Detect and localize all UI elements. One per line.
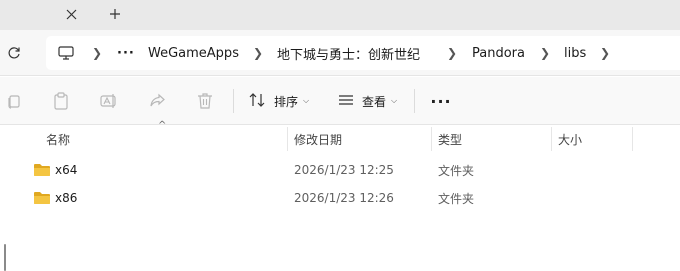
column-header: ^ 名称 修改日期 类型 大小 bbox=[0, 120, 680, 153]
column-divider[interactable] bbox=[287, 127, 288, 151]
tab-strip bbox=[0, 0, 680, 30]
breadcrumb-pandora[interactable]: Pandora bbox=[472, 36, 525, 70]
file-name: x64 bbox=[55, 163, 78, 177]
monitor-icon[interactable] bbox=[58, 36, 74, 70]
breadcrumb-dnf[interactable]: 地下城与勇士：创新世纪 bbox=[277, 36, 420, 70]
chevron-right-icon[interactable]: ❯ bbox=[92, 36, 102, 70]
view-label: 查看 bbox=[362, 94, 387, 109]
chevron-right-icon[interactable]: ❯ bbox=[540, 36, 550, 70]
file-type: 文件夹 bbox=[438, 163, 475, 178]
column-divider[interactable] bbox=[431, 127, 432, 151]
view-button[interactable]: 查看 ⌵ bbox=[338, 89, 397, 113]
file-modified: 2026/1/23 12:25 bbox=[294, 163, 394, 177]
command-bar: 排序 ⌵ 查看 ⌵ ··· bbox=[0, 77, 680, 125]
more-options-button[interactable]: ··· bbox=[430, 89, 452, 113]
folder-icon bbox=[33, 163, 51, 177]
rename-icon[interactable] bbox=[99, 91, 119, 111]
file-type: 文件夹 bbox=[438, 191, 475, 206]
copy-icon[interactable] bbox=[4, 91, 24, 111]
file-name: x86 bbox=[55, 191, 78, 205]
chevron-right-icon[interactable]: ❯ bbox=[253, 36, 263, 70]
sort-button[interactable]: 排序 ⌵ bbox=[248, 89, 309, 113]
column-divider[interactable] bbox=[632, 127, 633, 151]
toolbar-divider bbox=[414, 89, 415, 113]
column-name[interactable]: 名称 bbox=[46, 125, 70, 153]
close-tab-icon[interactable] bbox=[60, 3, 82, 25]
delete-icon[interactable] bbox=[195, 91, 215, 111]
sort-label: 排序 bbox=[274, 94, 299, 109]
column-size[interactable]: 大小 bbox=[558, 125, 582, 153]
toolbar-divider bbox=[233, 89, 234, 113]
refresh-icon[interactable] bbox=[3, 42, 25, 64]
chevron-down-icon: ⌵ bbox=[391, 96, 398, 105]
chevron-right-icon[interactable]: ❯ bbox=[600, 36, 610, 70]
breadcrumb-wegameapps[interactable]: WeGameApps bbox=[148, 36, 239, 70]
share-icon[interactable] bbox=[147, 91, 167, 111]
sort-ascending-icon: ^ bbox=[158, 120, 167, 131]
column-type[interactable]: 类型 bbox=[438, 125, 462, 153]
list-item[interactable]: x86 2026/1/23 12:26 文件夹 bbox=[0, 184, 680, 212]
scrollbar[interactable] bbox=[4, 244, 6, 271]
paste-icon[interactable] bbox=[51, 91, 71, 111]
breadcrumb-overflow[interactable]: ··· bbox=[117, 36, 135, 70]
column-divider[interactable] bbox=[551, 127, 552, 151]
new-tab-button[interactable] bbox=[103, 2, 127, 26]
list-item[interactable]: x64 2026/1/23 12:25 文件夹 bbox=[0, 156, 680, 184]
view-list-icon bbox=[338, 93, 354, 110]
column-modified[interactable]: 修改日期 bbox=[294, 125, 342, 153]
chevron-down-icon: ⌵ bbox=[303, 96, 310, 105]
sort-icon bbox=[248, 92, 266, 111]
chevron-right-icon[interactable]: ❯ bbox=[447, 36, 457, 70]
address-row: ❯ ··· WeGameApps ❯ 地下城与勇士：创新世纪 ❯ Pandora… bbox=[0, 30, 680, 76]
address-bar[interactable]: ❯ ··· WeGameApps ❯ 地下城与勇士：创新世纪 ❯ Pandora… bbox=[46, 36, 680, 70]
breadcrumb-libs[interactable]: libs bbox=[564, 36, 586, 70]
folder-icon bbox=[33, 191, 51, 205]
file-modified: 2026/1/23 12:26 bbox=[294, 191, 394, 205]
